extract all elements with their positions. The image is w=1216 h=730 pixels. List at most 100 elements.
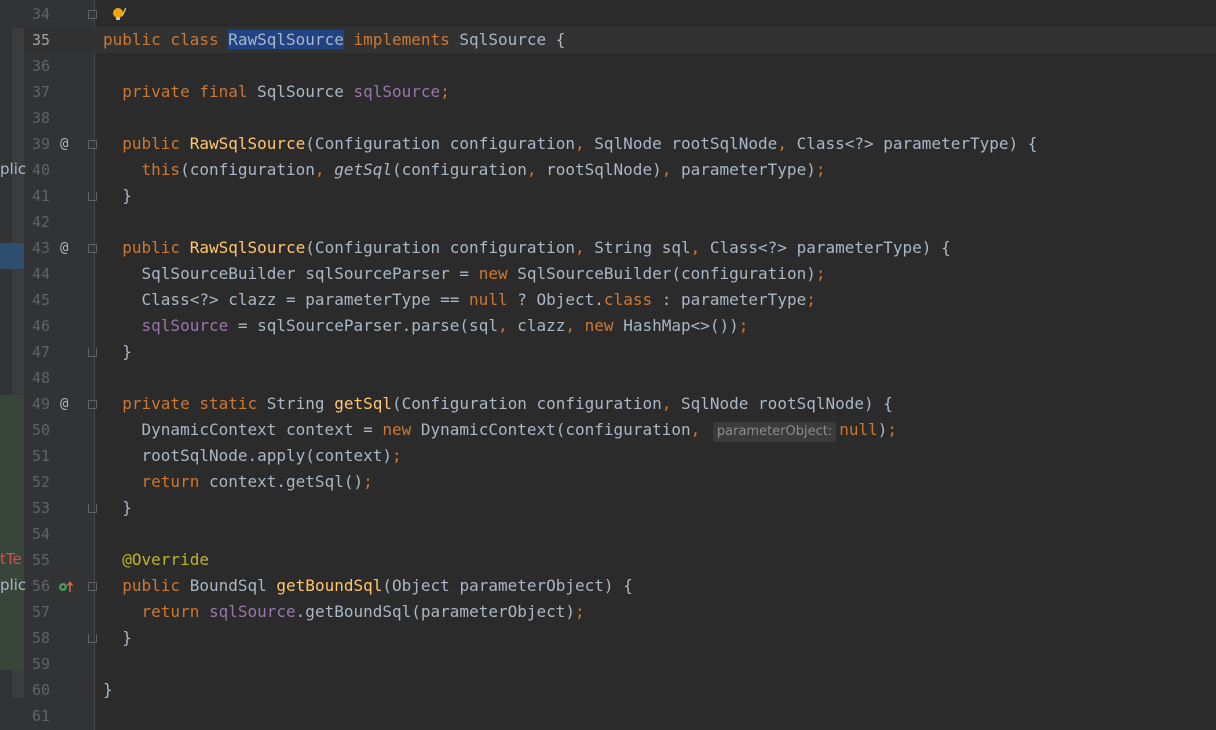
line-number[interactable]: 58 xyxy=(24,625,50,651)
code-text[interactable]: DynamicContext context = new DynamicCont… xyxy=(103,417,897,443)
fold-toggle-icon[interactable] xyxy=(88,244,97,253)
line-number[interactable]: 56 xyxy=(24,573,50,599)
code-text[interactable]: public RawSqlSource(Configuration config… xyxy=(103,235,950,261)
line-number[interactable]: 54 xyxy=(24,521,50,547)
line-number[interactable]: 44 xyxy=(24,261,50,287)
fold-end-icon[interactable] xyxy=(88,348,97,357)
line-number[interactable]: 43 xyxy=(24,235,50,261)
line-number[interactable]: 40 xyxy=(24,157,50,183)
code-line-61[interactable]: 61 xyxy=(0,703,1216,729)
code-line-40[interactable]: 40 this(configuration, getSql(configurat… xyxy=(0,157,1216,183)
code-token: ; xyxy=(806,290,816,309)
line-number[interactable]: 42 xyxy=(24,209,50,235)
fold-end-icon[interactable] xyxy=(88,504,97,513)
fold-toggle-icon[interactable] xyxy=(88,140,97,149)
code-line-41[interactable]: 41 } xyxy=(0,183,1216,209)
line-number[interactable]: 49 xyxy=(24,391,50,417)
line-number[interactable]: 36 xyxy=(24,53,50,79)
fold-toggle-icon[interactable] xyxy=(88,10,97,19)
code-text[interactable]: Class<?> clazz = parameterType == null ?… xyxy=(103,287,816,313)
code-line-45[interactable]: 45 Class<?> clazz = parameterType == nul… xyxy=(0,287,1216,313)
line-number[interactable]: 51 xyxy=(24,443,50,469)
code-text[interactable]: this(configuration, getSql(configuration… xyxy=(103,157,826,183)
line-number[interactable]: 59 xyxy=(24,651,50,677)
fold-end-icon[interactable] xyxy=(88,192,97,201)
line-number[interactable]: 34 xyxy=(24,1,50,27)
line-number[interactable]: 46 xyxy=(24,313,50,339)
code-text[interactable]: public RawSqlSource(Configuration config… xyxy=(103,131,1037,157)
line-number[interactable]: 38 xyxy=(24,105,50,131)
line-number[interactable]: 61 xyxy=(24,703,50,729)
line-number[interactable]: 47 xyxy=(24,339,50,365)
line-number[interactable]: 35 xyxy=(24,27,50,53)
code-line-47[interactable]: 47 } xyxy=(0,339,1216,365)
code-token: SqlNode rootSqlNode) { xyxy=(680,394,893,413)
line-number[interactable]: 52 xyxy=(24,469,50,495)
code-line-39[interactable]: 39 @ public RawSqlSource(Configuration co… xyxy=(0,131,1216,157)
code-line-58[interactable]: 58 } xyxy=(0,625,1216,651)
code-text[interactable]: sqlSource = sqlSourceParser.parse(sql, c… xyxy=(103,313,749,339)
line-number[interactable]: 50 xyxy=(24,417,50,443)
code-line-53[interactable]: 53 } xyxy=(0,495,1216,521)
code-token: getSql xyxy=(334,394,392,413)
project-tree-item-fragment[interactable]: tTe xyxy=(0,550,22,568)
go-to-related-icon[interactable]: @ xyxy=(60,235,68,261)
code-line-52[interactable]: 52 return context.getSql(); xyxy=(0,469,1216,495)
go-to-related-icon[interactable]: @ xyxy=(60,391,68,417)
line-number[interactable]: 48 xyxy=(24,365,50,391)
fold-toggle-icon[interactable] xyxy=(88,400,97,409)
code-text[interactable]: return context.getSql(); xyxy=(103,469,373,495)
code-line-56[interactable]: 56 public BoundSql getBoundSql(Object pa… xyxy=(0,573,1216,599)
code-token: SqlSource xyxy=(257,82,354,101)
fold-toggle-icon[interactable] xyxy=(88,582,97,591)
code-line-34[interactable]: 34 xyxy=(0,1,1216,27)
intention-bulb-icon[interactable] xyxy=(112,7,126,21)
code-text[interactable]: private static String getSql(Configurati… xyxy=(103,391,893,417)
line-number[interactable]: 57 xyxy=(24,599,50,625)
code-editor[interactable]: 34 35 public class RawSqlSource implements… xyxy=(0,0,1216,730)
line-number[interactable]: 41 xyxy=(24,183,50,209)
line-number[interactable]: 53 xyxy=(24,495,50,521)
code-text[interactable]: public BoundSql getBoundSql(Object param… xyxy=(103,573,633,599)
code-line-35[interactable]: 35 public class RawSqlSource implements S… xyxy=(0,27,1216,53)
code-text[interactable]: private final SqlSource sqlSource; xyxy=(103,79,450,105)
code-line-49[interactable]: 49 @ private static String getSql(Configu… xyxy=(0,391,1216,417)
code-token: SqlSourceBuilder sqlSourceParser = xyxy=(103,264,479,283)
code-line-36[interactable]: 36 xyxy=(0,53,1216,79)
code-line-38[interactable]: 38 xyxy=(0,105,1216,131)
code-text[interactable]: return sqlSource.getBoundSql(parameterOb… xyxy=(103,599,585,625)
line-number[interactable]: 39 xyxy=(24,131,50,157)
line-number[interactable]: 60 xyxy=(24,677,50,703)
go-to-related-icon[interactable]: @ xyxy=(60,131,68,157)
line-number[interactable]: 37 xyxy=(24,79,50,105)
code-text[interactable]: } xyxy=(103,677,113,703)
implements-method-icon[interactable] xyxy=(58,581,74,593)
code-line-43[interactable]: 43 @ public RawSqlSource(Configuration co… xyxy=(0,235,1216,261)
code-text[interactable]: public class RawSqlSource implements Sql… xyxy=(103,27,565,53)
code-token: sqlSource xyxy=(141,316,229,335)
code-text[interactable]: } xyxy=(103,183,132,209)
code-text[interactable]: rootSqlNode.apply(context); xyxy=(103,443,402,469)
code-line-42[interactable]: 42 xyxy=(0,209,1216,235)
code-line-44[interactable]: 44 SqlSourceBuilder sqlSourceParser = ne… xyxy=(0,261,1216,287)
code-line-51[interactable]: 51 rootSqlNode.apply(context); xyxy=(0,443,1216,469)
code-text[interactable]: } xyxy=(103,495,132,521)
code-line-60[interactable]: 60} xyxy=(0,677,1216,703)
code-text[interactable]: } xyxy=(103,339,132,365)
code-text[interactable]: @Override xyxy=(103,547,209,573)
project-tree-item-fragment[interactable]: plic xyxy=(0,160,26,178)
line-number[interactable]: 55 xyxy=(24,547,50,573)
code-line-54[interactable]: 54 xyxy=(0,521,1216,547)
fold-end-icon[interactable] xyxy=(88,634,97,643)
code-text[interactable]: SqlSourceBuilder sqlSourceParser = new S… xyxy=(103,261,826,287)
code-text[interactable]: } xyxy=(103,625,132,651)
code-line-59[interactable]: 59 xyxy=(0,651,1216,677)
code-line-37[interactable]: 37 private final SqlSource sqlSource; xyxy=(0,79,1216,105)
code-line-55[interactable]: 55 @Override xyxy=(0,547,1216,573)
code-line-50[interactable]: 50 DynamicContext context = new DynamicC… xyxy=(0,417,1216,443)
project-tree-item-fragment[interactable]: plic xyxy=(0,576,26,594)
line-number[interactable]: 45 xyxy=(24,287,50,313)
code-line-48[interactable]: 48 xyxy=(0,365,1216,391)
code-line-57[interactable]: 57 return sqlSource.getBoundSql(paramete… xyxy=(0,599,1216,625)
code-line-46[interactable]: 46 sqlSource = sqlSourceParser.parse(sql… xyxy=(0,313,1216,339)
